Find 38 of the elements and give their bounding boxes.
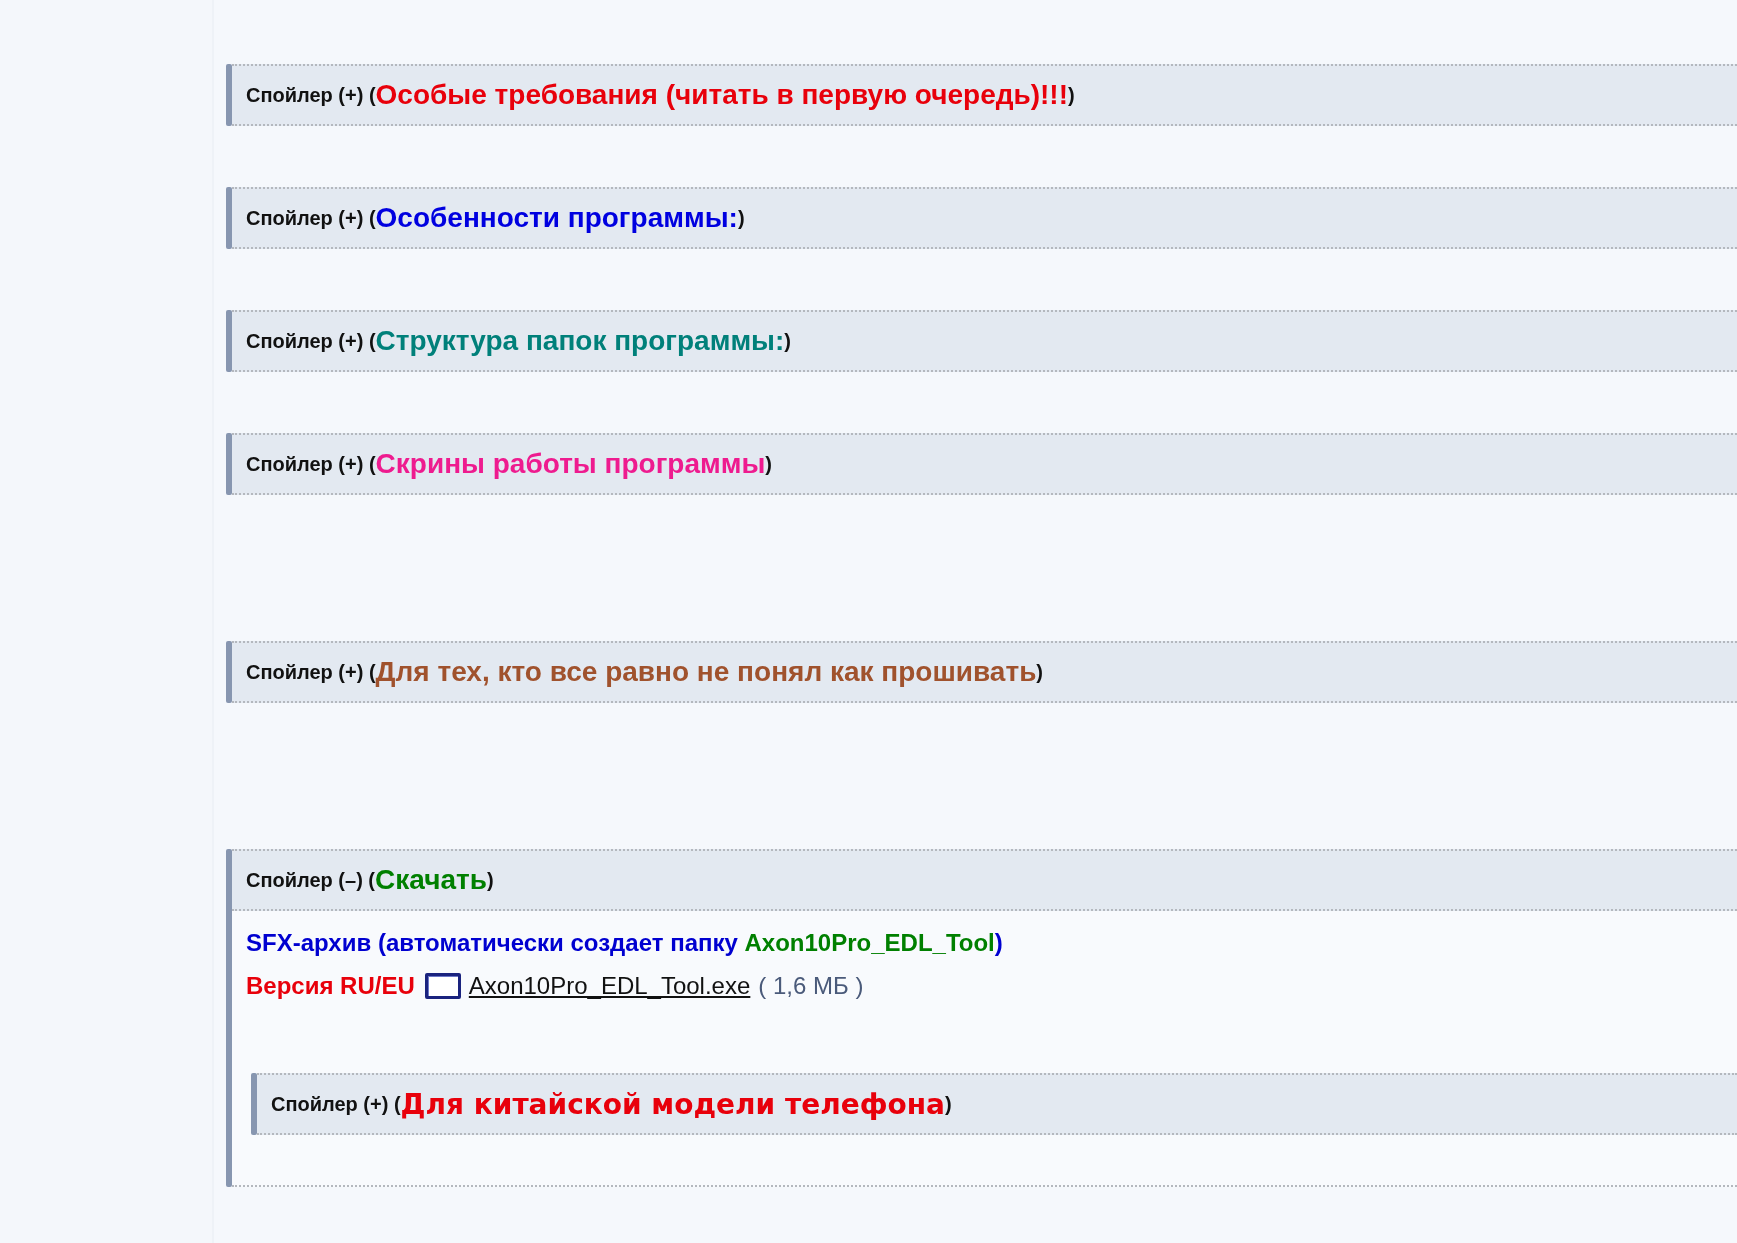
archive-note: SFX-архив (автоматически создает папку Axon10Pro_EDL_Tool) [246,928,1004,958]
spoiler-bar [226,310,232,372]
spoiler-paren: ) [944,1092,952,1115]
spoiler-label: Спойлер (–) ( [246,868,376,892]
spoiler-label: Спойлер (+) ( [246,329,376,352]
spoiler-bar [226,187,232,249]
version-label: Версия RU/EU [246,971,415,1001]
spoiler-paren: ) [737,206,745,229]
spoiler-title: Структура папок программы: [375,325,785,357]
spoiler-header[interactable]: Спойлер (+) (Скрины работы программы) [232,433,1737,495]
spoiler-bar [226,433,232,495]
spoiler-label: Спойлер (+) ( [246,660,376,684]
spoiler-title: Особенности программы: [375,202,738,234]
spoiler-header[interactable]: Спойлер (+) (Структура папок программы:) [232,310,1737,372]
spoiler-paren: ) [1068,83,1075,106]
spoiler-header[interactable]: Спойлер (+) (Особенности программы:) [232,187,1737,249]
spoiler-paren: ) [486,868,494,892]
spoiler-paren: ) [784,329,791,352]
file-icon [424,972,461,999]
spoiler-title: Для китайской модели телефона [400,1087,945,1121]
spoiler-paren: ) [1036,660,1043,683]
spoiler-label: Спойлер (+) ( [246,206,376,230]
spoiler-title: Скрины работы программы [375,448,766,480]
spoiler-title: Скачать [375,864,487,896]
spoiler-header[interactable]: Спойлер (–) (Скачать) [232,849,1737,911]
spoiler-title: Для тех, кто все равно не понял как прошивать [375,656,1037,688]
spoiler-label: Спойлер (+) ( [246,83,376,107]
spoiler-label: Спойлер (+) ( [271,1092,401,1115]
spoiler-paren: ) [765,452,772,475]
spoiler-label: Спойлер (+) ( [246,452,376,475]
spoiler-bar [226,64,232,126]
spoiler-bar [226,641,232,703]
spoiler-header[interactable]: Спойлер (+) (Для тех, кто все равно не понял как прошивать) [232,641,1737,703]
spoiler-title: Особые требования (читать в первую очередь)!!! [375,79,1069,111]
file-link[interactable]: Axon10Pro_EDL_Tool.exe [468,964,751,1007]
spoiler-header[interactable]: Спойлер (+) (Особые требования (читать в первую очередь)!!!) [232,64,1737,126]
spoiler-bar [251,1073,257,1135]
file-size: ( 1,6 МБ ) [758,971,864,1001]
